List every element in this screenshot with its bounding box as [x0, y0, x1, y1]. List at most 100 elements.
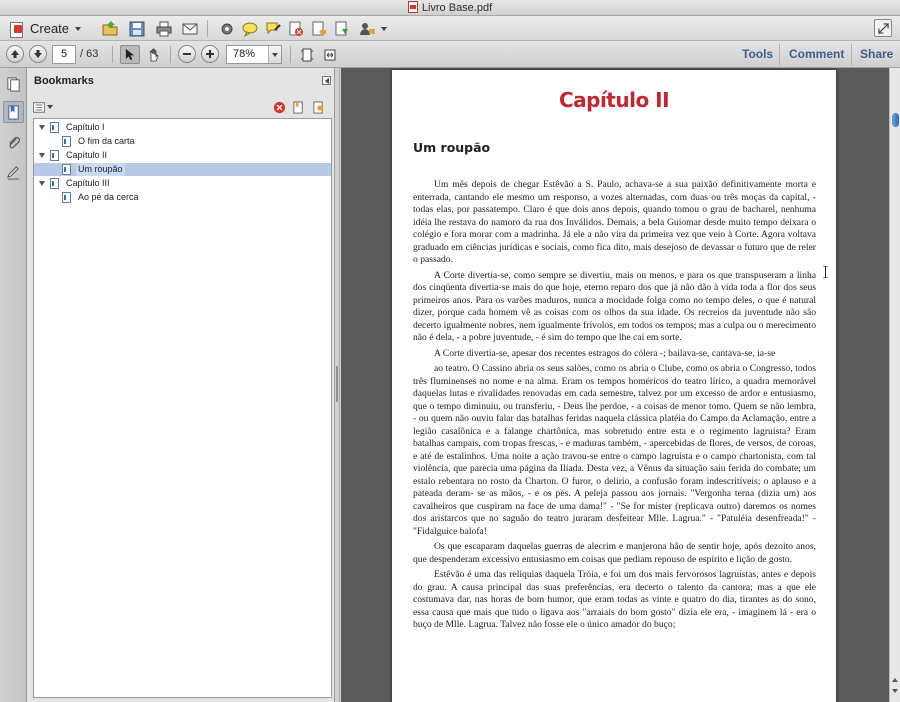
bookmark-item-um-roupao[interactable]: Um roupão — [34, 163, 331, 176]
paragraph: Estêvão é uma das relíquias daquela Trói… — [413, 569, 816, 630]
options-list-icon — [33, 101, 45, 113]
bookmark-tag-icon — [312, 100, 323, 114]
bookmark-icon — [62, 164, 71, 175]
arrow-up-icon — [11, 50, 19, 58]
chapter-title: Capítulo II — [558, 88, 670, 112]
export-page-icon[interactable] — [309, 19, 328, 38]
arrow-down-icon — [34, 50, 42, 58]
comment-link[interactable]: Comment — [789, 46, 844, 63]
chevron-down-icon[interactable] — [38, 151, 47, 160]
scroll-up-icon[interactable] — [891, 676, 900, 685]
new-bookmark-button[interactable] — [290, 99, 306, 115]
expand-bookmark-button[interactable] — [310, 99, 326, 115]
new-bookmark-icon — [292, 100, 303, 114]
delete-bookmark-button[interactable] — [271, 99, 287, 115]
page-number-input[interactable]: 5 — [52, 45, 76, 64]
splitter-grip[interactable] — [336, 366, 338, 402]
create-button[interactable]: Create — [6, 19, 87, 38]
vertical-scrollbar[interactable] — [889, 68, 900, 702]
sign-icon[interactable] — [332, 19, 351, 38]
navigation-toolbar: 5 / 63 78% Tools Comment Share — [0, 41, 900, 68]
signatures-button[interactable] — [3, 161, 24, 183]
chevron-down-icon — [75, 26, 82, 31]
minus-icon — [183, 53, 191, 55]
tools-link[interactable]: Tools — [742, 46, 773, 63]
comment-bubble-icon[interactable] — [240, 19, 259, 38]
pdf-page[interactable]: Capítulo II Um roupão Um mês depois de c… — [392, 70, 836, 702]
bookmarks-title: Bookmarks — [34, 75, 94, 87]
page-thumbnails-icon — [7, 76, 20, 92]
paragraph: A Corte divertia-se, apesar dos recentes… — [434, 347, 776, 359]
bookmark-item-capitulo-iii[interactable]: Capítulo III — [34, 177, 331, 190]
pdf-file-icon — [407, 1, 418, 13]
select-tool-button[interactable] — [120, 45, 140, 64]
window-title: Livro Base.pdf — [421, 2, 493, 14]
bookmarks-button[interactable] — [3, 101, 24, 123]
collapse-panel-button[interactable] — [322, 76, 331, 85]
bookmark-icon — [50, 150, 59, 161]
page-body-text: Um mês depois de chegar Estêvão a S. Pau… — [413, 179, 816, 635]
delete-page-icon[interactable] — [286, 19, 305, 38]
gear-icon[interactable] — [217, 19, 236, 38]
fit-page-icon — [301, 48, 313, 61]
page-total: / 63 — [80, 48, 99, 60]
bookmark-item-capitulo-ii[interactable]: Capítulo II — [34, 149, 331, 162]
hand-tool-button[interactable] — [144, 45, 164, 64]
bookmarks-panel: Bookmarks Capítulo I O fim da carta Capí… — [27, 68, 335, 702]
expand-window-button[interactable] — [874, 19, 892, 37]
chevron-down-icon — [268, 46, 281, 63]
zoom-value: 78% — [233, 48, 256, 60]
zoom-in-button[interactable] — [201, 45, 219, 63]
paragraph: Os que escaparam daquelas guerras de ale… — [413, 541, 816, 565]
navigation-pane-strip — [0, 68, 27, 702]
section-title: Um roupão — [413, 140, 491, 155]
email-icon[interactable] — [180, 19, 199, 38]
panel-splitter[interactable] — [335, 68, 340, 702]
open-folder-icon[interactable] — [100, 19, 119, 38]
create-pdf-icon — [8, 21, 24, 38]
paragraph: Um mês depois de chegar Estêvão a S. Pau… — [413, 179, 816, 265]
cursor-arrow-icon — [125, 48, 134, 61]
scroll-down-icon[interactable] — [891, 687, 900, 696]
bookmark-icon — [62, 136, 71, 147]
window-title-bar: Livro Base.pdf — [0, 0, 900, 16]
bookmark-icon — [50, 122, 59, 133]
bookmark-icon — [62, 192, 71, 203]
paragraph: ao teatro. O Cassino abria os seus salõe… — [413, 363, 816, 537]
fit-page-button[interactable] — [297, 45, 317, 64]
paragraph: A Corte divertia-se, como sempre se dive… — [413, 269, 816, 344]
share-link[interactable]: Share — [860, 46, 893, 63]
highlight-icon[interactable] — [263, 19, 282, 38]
bookmarks-header: Bookmarks — [27, 68, 335, 94]
delete-icon — [273, 101, 285, 113]
zoom-out-button[interactable] — [178, 45, 196, 63]
text-cursor-icon — [823, 266, 828, 278]
attachments-button[interactable] — [3, 131, 24, 153]
bookmark-item-o-fim-da-carta[interactable]: O fim da carta — [34, 135, 331, 148]
bookmark-icon — [50, 178, 59, 189]
document-view[interactable]: Capítulo II Um roupão Um mês depois de c… — [341, 68, 889, 702]
signature-pen-icon — [7, 165, 20, 180]
bookmarks-tree: Capítulo I O fim da carta Capítulo II Um… — [33, 118, 332, 698]
hand-icon — [149, 48, 159, 61]
chevron-down-icon[interactable] — [381, 27, 387, 31]
next-page-button[interactable] — [29, 45, 47, 63]
fit-width-icon — [324, 49, 336, 60]
bookmark-item-capitulo-i[interactable]: Capítulo I — [34, 121, 331, 134]
share-user-icon[interactable] — [357, 19, 376, 38]
paperclip-icon — [9, 136, 20, 148]
previous-page-button[interactable] — [6, 45, 24, 63]
page-thumbnails-button[interactable] — [3, 73, 24, 95]
bookmark-options-button[interactable] — [33, 100, 53, 114]
bookmark-item-ao-pe-da-cerca[interactable]: Ao pé da cerca — [34, 191, 331, 204]
chevron-down-icon — [47, 105, 53, 109]
save-icon[interactable] — [127, 19, 146, 38]
print-icon[interactable] — [154, 19, 173, 38]
plus-icon — [206, 50, 214, 58]
chevron-down-icon[interactable] — [38, 123, 47, 132]
chevron-down-icon[interactable] — [38, 179, 47, 188]
fit-width-button[interactable] — [320, 45, 340, 64]
zoom-select[interactable]: 78% — [226, 45, 282, 64]
main-toolbar: Create — [0, 16, 900, 41]
scrollbar-thumb[interactable] — [892, 113, 899, 127]
